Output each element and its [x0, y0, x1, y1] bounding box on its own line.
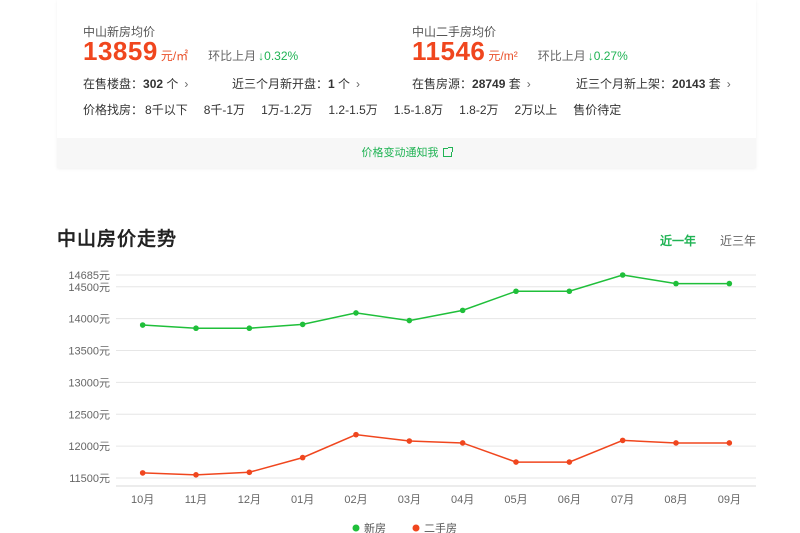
x-tick-label: 06月	[558, 494, 581, 506]
data-point	[406, 317, 413, 324]
legend-marker	[352, 524, 360, 532]
chevron-right-icon: ›	[726, 77, 731, 91]
price-filter-option[interactable]: 2万以上	[515, 101, 558, 118]
chevron-right-icon: ›	[184, 77, 189, 91]
x-tick-label: 08月	[664, 494, 687, 506]
trend-range-tabs: 近一年 近三年	[636, 232, 756, 249]
new-home-price: 13859	[83, 36, 158, 66]
new-home-price-unit: 元/㎡	[160, 49, 189, 63]
x-tick-label: 02月	[344, 494, 367, 506]
data-point	[619, 437, 626, 444]
y-tick-label: 12500元	[68, 409, 110, 421]
chevron-right-icon: ›	[526, 77, 531, 91]
x-tick-label: 12月	[238, 494, 261, 506]
y-tick-label: 13500元	[68, 346, 110, 358]
data-point	[459, 307, 466, 314]
data-point	[459, 440, 466, 446]
price-filter-label: 价格找房：	[83, 103, 144, 117]
tab-three-years[interactable]: 近三年	[720, 232, 756, 249]
x-tick-label: 07月	[611, 494, 634, 506]
price-filter-option[interactable]: 8千-1万	[204, 101, 245, 118]
y-tick-label: 12000元	[68, 441, 110, 453]
legend-label: 新房	[364, 521, 386, 533]
data-point	[619, 272, 626, 278]
price-trend-chart: 11500元 12000元 12500元 13000元 13500元 14000元 1450…	[68, 270, 756, 533]
data-point	[139, 470, 146, 476]
used-home-mom-label: 环比上月	[537, 49, 586, 63]
price-filter-option[interactable]: 8千以下	[145, 101, 188, 118]
data-point	[566, 288, 573, 295]
tab-one-year[interactable]: 近一年	[660, 232, 696, 249]
used-home-stat-listings[interactable]: 在售房源：28749 套 ›	[412, 75, 531, 92]
y-tick-label: 14500元	[68, 282, 110, 294]
used-home-price-row: 11546 元/m² 环比上月 ↓0.27%	[412, 36, 628, 67]
data-point	[406, 438, 413, 444]
y-tick-label: 11500元	[69, 473, 110, 485]
data-point	[513, 459, 519, 465]
used-home-mom-value: ↓0.27%	[587, 49, 628, 63]
data-point	[726, 440, 733, 446]
price-filter-option[interactable]: 1.5-1.8万	[394, 101, 443, 118]
data-point	[566, 459, 573, 465]
notify-label: 价格变动通知我	[361, 147, 439, 159]
price-summary-card: 中山新房均价 13859 元/㎡ 环比上月 ↓0.32% 在售楼盘：302 个 ›…	[57, 0, 756, 168]
price-filter-option[interactable]: 1.8-2万	[459, 101, 498, 118]
data-point	[513, 288, 519, 295]
new-home-mom-value: ↓0.32%	[258, 49, 299, 63]
data-point	[193, 472, 199, 478]
trend-title: 中山房价走势	[57, 229, 178, 250]
data-point	[726, 280, 733, 287]
new-home-price-row: 13859 元/㎡ 环比上月 ↓0.32%	[83, 36, 298, 67]
data-point	[353, 310, 359, 316]
x-tick-label: 04月	[451, 494, 474, 506]
price-change-notify-button[interactable]: 价格变动通知我	[57, 138, 756, 168]
new-home-stat-listings[interactable]: 在售楼盘：302 个 ›	[83, 75, 188, 92]
x-tick-label: 05月	[504, 494, 527, 506]
series-line-new-home	[142, 274, 730, 329]
data-point	[673, 440, 679, 446]
x-tick-label: 11月	[185, 494, 207, 506]
data-point	[193, 325, 199, 332]
chevron-right-icon: ›	[356, 77, 361, 91]
data-point	[139, 322, 146, 328]
legend-marker	[412, 524, 420, 532]
data-point	[299, 454, 306, 461]
used-home-stat-new-listings[interactable]: 近三个月新上架：20143 套 ›	[576, 75, 731, 92]
used-home-price: 11546	[412, 36, 486, 66]
series-line-used-home	[142, 433, 730, 476]
x-tick-label: 09月	[718, 494, 741, 506]
external-link-icon	[442, 147, 453, 157]
legend-label: 二手房	[424, 521, 457, 533]
y-tick-label: 14685元	[68, 270, 110, 282]
new-home-mom-label: 环比上月	[208, 49, 257, 63]
y-tick-label: 13000元	[68, 377, 110, 389]
y-tick-label: 14000元	[68, 314, 110, 326]
price-filter-option[interactable]: 1.2-1.5万	[328, 101, 377, 118]
price-filter-option[interactable]: 1万-1.2万	[261, 101, 312, 118]
x-tick-label: 10月	[131, 494, 154, 506]
new-home-stat-new-openings[interactable]: 近三个月新开盘：1 个 ›	[232, 75, 360, 92]
used-home-price-unit: 元/m²	[488, 49, 518, 63]
x-tick-label: 01月	[291, 494, 314, 506]
data-point	[246, 469, 253, 476]
price-filter-option[interactable]: 售价待定	[573, 101, 621, 118]
x-tick-label: 03月	[398, 494, 421, 506]
price-filter-row: 价格找房： 8千以下 8千-1万 1万-1.2万 1.2-1.5万 1.5-1.…	[83, 101, 637, 118]
data-point	[246, 325, 253, 332]
data-point	[353, 431, 359, 438]
data-point	[673, 280, 679, 287]
data-point	[299, 321, 306, 328]
